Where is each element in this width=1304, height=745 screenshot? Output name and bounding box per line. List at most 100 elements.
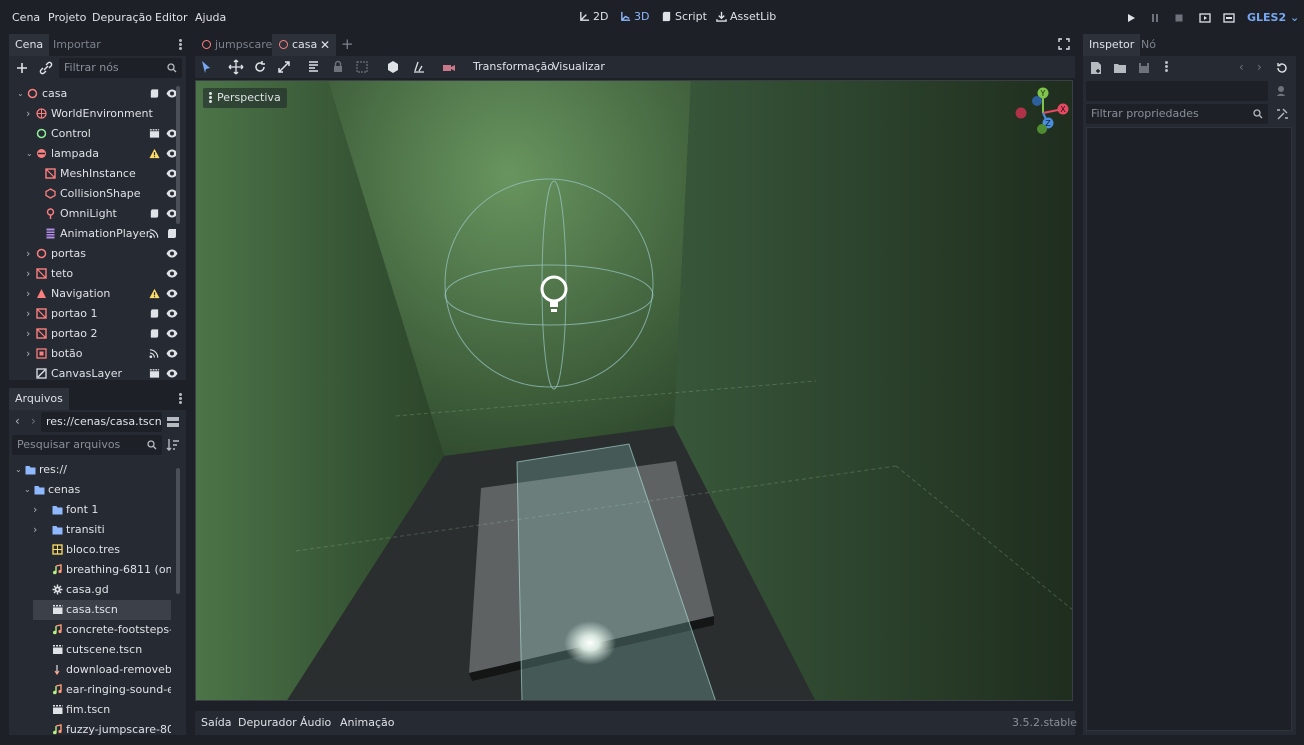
workspace-3d-button[interactable]: 3D	[620, 10, 649, 23]
tree-node-collisionshape[interactable]: CollisionShape	[21, 184, 183, 204]
expand-arrow-icon[interactable]: ›	[26, 324, 34, 344]
tab-saida[interactable]: Saída	[201, 716, 232, 729]
workspace-script-button[interactable]: Script	[661, 10, 707, 23]
menu-projeto[interactable]: Projeto	[48, 11, 86, 24]
move-tool-icon[interactable]	[228, 59, 244, 75]
inspector-menu-icon[interactable]	[1165, 61, 1169, 73]
filter-properties-input[interactable]: Filtrar propriedades	[1086, 104, 1268, 124]
scene-tree-scrollbar[interactable]	[176, 86, 180, 224]
visibility-icon[interactable]	[166, 328, 178, 339]
file-item-cenas[interactable]: ⌄ cenas	[24, 480, 171, 500]
workspace-assetlib-button[interactable]: AssetLib	[716, 10, 776, 23]
history-icon[interactable]	[1274, 60, 1290, 76]
link-icon[interactable]	[38, 60, 54, 76]
open-folder-icon[interactable]	[1112, 60, 1128, 76]
scene-dock-menu-icon[interactable]	[179, 39, 183, 51]
script-icon[interactable]	[166, 228, 178, 239]
tree-node-casa[interactable]: ⌄ casa	[17, 84, 183, 104]
script-icon[interactable]	[149, 328, 160, 339]
tab-arquivos[interactable]: Arquivos	[9, 388, 69, 410]
script-icon[interactable]	[149, 88, 160, 99]
visibility-icon[interactable]	[166, 308, 178, 319]
split-view-icon[interactable]	[165, 414, 181, 430]
group-icon[interactable]	[354, 59, 370, 75]
tree-node-worldenvironment[interactable]: › WorldEnvironment	[21, 104, 183, 124]
scale-tool-icon[interactable]	[276, 59, 292, 75]
tree-node-portao-1[interactable]: › portao 1	[21, 304, 183, 324]
path-field[interactable]: res://cenas/casa.tscn	[41, 412, 162, 432]
expand-arrow-icon[interactable]: ›	[26, 284, 34, 304]
tree-node-meshinstance[interactable]: MeshInstance	[21, 164, 183, 184]
tree-node-teto[interactable]: › teto	[21, 264, 183, 284]
select-tool-icon[interactable]	[198, 59, 214, 75]
visibility-icon[interactable]	[166, 248, 178, 259]
tree-node-control[interactable]: Control	[21, 124, 183, 144]
file-item-cutscene-tscn[interactable]: cutscene.tscn	[33, 640, 171, 660]
file-tree-scrollbar[interactable]	[176, 468, 180, 594]
tree-node-canvaslayer[interactable]: CanvasLayer	[21, 364, 183, 384]
tree-node-portas[interactable]: › portas	[21, 244, 183, 264]
warning-icon[interactable]	[149, 288, 160, 299]
expand-arrow-icon[interactable]: ›	[26, 264, 34, 284]
tab-inspetor[interactable]: Inspetor	[1083, 34, 1141, 56]
file-item-fuzzy-jumpscare-80560[interactable]: fuzzy-jumpscare-80560	[33, 720, 171, 740]
file-item-download-removebg-pre[interactable]: download-removebg-pre	[33, 660, 171, 680]
menu-visualizar[interactable]: Visualizar	[552, 60, 605, 73]
new-resource-icon[interactable]	[1088, 60, 1104, 76]
rotate-tool-icon[interactable]	[252, 59, 268, 75]
play-icon[interactable]	[1124, 11, 1138, 25]
filter-nodes-input[interactable]: Filtrar nós	[59, 58, 182, 78]
collapse-arrow-icon[interactable]: ⌄	[24, 480, 31, 500]
tab-no[interactable]: Nó	[1135, 34, 1162, 56]
tab-cena[interactable]: Cena	[9, 34, 50, 56]
tab-importar[interactable]: Importar	[47, 34, 107, 56]
file-item-transiti[interactable]: › transiti	[33, 520, 171, 540]
close-tab-icon[interactable]: ✕	[320, 34, 330, 56]
play-custom-scene-icon[interactable]	[1222, 11, 1236, 25]
fullscreen-icon[interactable]	[1058, 38, 1070, 50]
visibility-icon[interactable]	[166, 368, 178, 379]
list-select-icon[interactable]	[306, 59, 322, 75]
script-icon[interactable]	[149, 308, 160, 319]
property-tools-icon[interactable]	[1274, 106, 1290, 122]
tab-casa[interactable]: casa ✕	[272, 34, 336, 56]
collapse-arrow-icon[interactable]: ⌄	[26, 144, 34, 164]
history-back-icon[interactable]: ‹	[1239, 60, 1244, 74]
menu-ajuda[interactable]: Ajuda	[195, 11, 226, 24]
file-item-font-1[interactable]: › font 1	[33, 500, 171, 520]
camera-preview-icon[interactable]	[441, 59, 457, 75]
expand-arrow-icon[interactable]: ›	[33, 520, 37, 540]
file-item-breathing-6811-online[interactable]: breathing-6811 (online-	[33, 560, 171, 580]
tree-node-animationplayer[interactable]: AnimationPlayer	[21, 224, 183, 244]
tab-jumpscare[interactable]: jumpscare	[195, 34, 272, 56]
visibility-icon[interactable]	[166, 268, 178, 279]
snap-icon[interactable]	[411, 59, 427, 75]
expand-arrow-icon[interactable]: ›	[33, 500, 37, 520]
file-item-concrete-footsteps-6752[interactable]: concrete-footsteps-6752	[33, 620, 171, 640]
orientation-gizmo[interactable]: Y X Z	[1011, 87, 1071, 139]
save-icon[interactable]	[1136, 60, 1152, 76]
file-item-res[interactable]: ⌄ res://	[15, 460, 171, 480]
menu-depuracao[interactable]: Depuração	[92, 11, 152, 24]
local-space-icon[interactable]	[385, 59, 401, 75]
file-item-casa-tscn[interactable]: casa.tscn	[33, 600, 171, 620]
visibility-icon[interactable]	[166, 288, 178, 299]
tab-audio[interactable]: Áudio	[300, 716, 331, 729]
add-node-icon[interactable]	[14, 60, 30, 76]
play-scene-icon[interactable]	[1198, 11, 1212, 25]
file-item-ear-ringing-sound-effect[interactable]: ear-ringing-sound-effect	[33, 680, 171, 700]
perspective-menu[interactable]: Perspectiva	[203, 88, 287, 108]
expand-arrow-icon[interactable]: ›	[26, 244, 34, 264]
signal-icon[interactable]	[149, 348, 160, 359]
tab-animacao[interactable]: Animação	[340, 716, 395, 729]
signal-icon[interactable]	[149, 228, 160, 239]
expand-arrow-icon[interactable]: ›	[26, 104, 34, 124]
file-item-fim-tscn[interactable]: fim.tscn	[33, 700, 171, 720]
lock-icon[interactable]	[330, 59, 346, 75]
back-icon[interactable]: ‹	[15, 414, 20, 428]
file-item-bloco-tres[interactable]: bloco.tres	[33, 540, 171, 560]
expand-arrow-icon[interactable]: ›	[26, 344, 34, 364]
tree-node-omnilight[interactable]: OmniLight	[21, 204, 183, 224]
search-files-input[interactable]: Pesquisar arquivos	[12, 435, 162, 455]
stop-icon[interactable]	[1172, 11, 1186, 25]
